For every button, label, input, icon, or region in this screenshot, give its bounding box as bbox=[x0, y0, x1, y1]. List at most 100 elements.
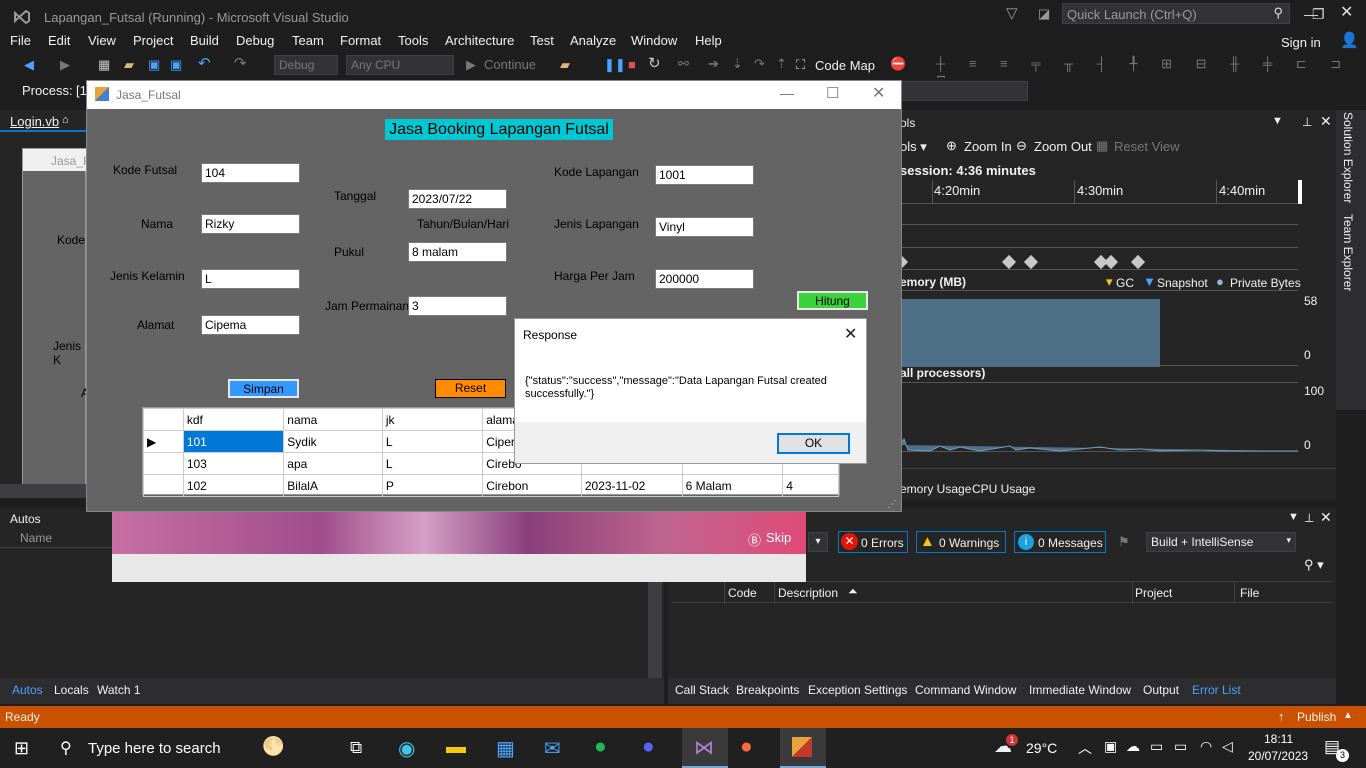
tab-team-explorer[interactable]: Team Explorer bbox=[1341, 214, 1355, 291]
event-marker[interactable] bbox=[1023, 254, 1039, 270]
taskbar-visual-studio[interactable]: ⋈ bbox=[682, 728, 728, 768]
tab-locals[interactable]: Locals bbox=[54, 683, 89, 697]
form-maximize-icon[interactable]: ☐ bbox=[826, 84, 839, 102]
publish-caret-icon[interactable]: ▲ bbox=[1343, 710, 1353, 721]
panel-close-icon[interactable]: ✕ bbox=[1320, 113, 1332, 130]
solution-config-select[interactable]: Debug bbox=[274, 55, 338, 75]
restore-icon[interactable]: ❐ bbox=[1312, 6, 1325, 22]
code-map-button[interactable]: Code Map bbox=[815, 58, 875, 73]
continue-icon[interactable]: ▶ bbox=[466, 57, 476, 73]
tab-immediate-window[interactable]: Immediate Window bbox=[1029, 683, 1131, 697]
grid-cell[interactable]: Sydik bbox=[283, 430, 383, 453]
menu-tools[interactable]: Tools bbox=[398, 33, 428, 48]
grid-cell[interactable]: 103 bbox=[182, 452, 285, 475]
store-icon[interactable]: ▦ bbox=[496, 736, 515, 761]
menu-debug[interactable]: Debug bbox=[236, 33, 274, 48]
filter-icon[interactable]: ▽ bbox=[1006, 6, 1018, 22]
menu-test[interactable]: Test bbox=[530, 33, 554, 48]
errorlist-pin-icon[interactable]: ⊥ bbox=[1304, 511, 1314, 525]
grid-cell[interactable]: P bbox=[381, 474, 484, 497]
grid-cell[interactable]: 4 bbox=[782, 474, 839, 497]
messages-filter-button[interactable]: i 0 Messages bbox=[1014, 531, 1106, 553]
event-marker[interactable] bbox=[1103, 254, 1119, 270]
filter-funnel-icon[interactable]: ⚑ bbox=[1118, 534, 1130, 550]
form-minimize-icon[interactable]: — bbox=[780, 85, 794, 101]
pause-icon[interactable]: ❚❚ bbox=[604, 57, 626, 73]
build-intellisense-select[interactable]: Build + IntelliSense ▾ bbox=[1146, 532, 1296, 552]
event-marker[interactable] bbox=[1130, 254, 1146, 270]
step-into-icon[interactable]: ⇣ bbox=[732, 56, 743, 72]
stack-frame-select[interactable] bbox=[896, 81, 1028, 101]
tab-breakpoints[interactable]: Breakpoints bbox=[736, 683, 799, 697]
open-folder-icon[interactable]: ▰ bbox=[124, 57, 134, 73]
autos-scrollbar[interactable] bbox=[648, 578, 662, 678]
panel-pin-icon[interactable]: ⊥ bbox=[1302, 115, 1312, 129]
volume-icon[interactable]: ◁ bbox=[1222, 738, 1233, 755]
code-map-icon[interactable]: ⛶ bbox=[796, 57, 805, 73]
taskbar-jasa-futsal-app[interactable] bbox=[780, 728, 826, 768]
menu-format[interactable]: Format bbox=[340, 33, 381, 48]
platform-select[interactable]: Any CPU bbox=[346, 55, 454, 75]
errorlist-close-icon[interactable]: ✕ bbox=[1320, 509, 1332, 526]
menu-edit[interactable]: Edit bbox=[48, 33, 70, 48]
battery-icon[interactable]: ▭ bbox=[1174, 738, 1187, 755]
edge-icon[interactable]: ◉ bbox=[398, 736, 415, 761]
menu-window[interactable]: Window bbox=[631, 33, 677, 48]
grid-cell[interactable]: 6 Malam bbox=[681, 474, 784, 497]
menu-architecture[interactable]: Architecture bbox=[445, 33, 514, 48]
weather-temp[interactable]: 29°C bbox=[1026, 740, 1057, 756]
jenis-kelamin-input[interactable]: L bbox=[201, 269, 300, 289]
onedrive-icon[interactable]: ☁ bbox=[1126, 738, 1140, 755]
events-track[interactable] bbox=[893, 224, 1298, 270]
doc-tab-login[interactable]: Login.vb ⌂ bbox=[0, 110, 86, 132]
redo-icon[interactable]: ↷ bbox=[234, 56, 247, 72]
scope-dropdown-icon[interactable]: ▾ bbox=[808, 532, 828, 552]
stop-icon[interactable]: ■ bbox=[628, 57, 636, 73]
postman-icon[interactable]: ● bbox=[740, 735, 753, 759]
taskbar-search-box[interactable]: ⚲ Type here to search bbox=[48, 728, 258, 768]
menu-project[interactable]: Project bbox=[133, 33, 173, 48]
errorlist-dropdown-icon[interactable]: ▼ bbox=[1288, 511, 1299, 523]
nama-input[interactable]: Rizky bbox=[201, 214, 300, 234]
menu-file[interactable]: File bbox=[10, 33, 31, 48]
autos-name-column[interactable]: Name bbox=[20, 531, 52, 545]
quick-launch-input[interactable]: Quick Launch (Ctrl+Q) ⚲ bbox=[1062, 3, 1290, 24]
kode-futsal-input[interactable]: 104 bbox=[201, 163, 300, 183]
skip-button[interactable]: Skip bbox=[766, 530, 791, 545]
kode-lapangan-input[interactable]: 1001 bbox=[655, 165, 754, 185]
form-close-icon[interactable]: ✕ bbox=[872, 83, 885, 103]
pukul-input[interactable]: 8 malam bbox=[408, 242, 507, 262]
menu-team[interactable]: Team bbox=[292, 33, 324, 48]
grid-column-header[interactable]: nama bbox=[283, 408, 383, 431]
cpu-graph[interactable] bbox=[900, 382, 1298, 452]
search-highlight-icon[interactable]: 🌕 bbox=[262, 736, 284, 757]
discord-icon[interactable]: ● bbox=[642, 735, 655, 759]
alamat-input[interactable]: Cipema bbox=[201, 315, 300, 335]
grid-column-header[interactable]: jk bbox=[381, 408, 484, 431]
file-explorer-icon[interactable]: ▬ bbox=[446, 736, 466, 759]
wifi-icon[interactable]: ◠ bbox=[1200, 738, 1212, 755]
simpan-button[interactable]: Simpan bbox=[228, 379, 299, 398]
pin-icon[interactable]: ⌂ bbox=[62, 114, 69, 126]
grid-cell[interactable]: BilalA bbox=[283, 474, 383, 497]
clock-time[interactable]: 18:11 bbox=[1264, 732, 1293, 746]
show-next-statement-icon[interactable]: ➔ bbox=[708, 56, 719, 72]
tanggal-input[interactable]: 2023/07/22 bbox=[408, 189, 507, 209]
publish-button[interactable]: Publish bbox=[1297, 710, 1336, 724]
select-tools-menu[interactable]: ols ▾ bbox=[900, 139, 927, 155]
spotify-icon[interactable]: ● bbox=[594, 735, 607, 759]
reset-view-button[interactable]: Reset View bbox=[1114, 139, 1180, 154]
warnings-filter-button[interactable]: ▲ 0 Warnings bbox=[916, 531, 1006, 553]
clock-date[interactable]: 20/07/2023 bbox=[1248, 749, 1308, 763]
tab-call-stack[interactable]: Call Stack bbox=[675, 683, 729, 697]
reset-button[interactable]: Reset bbox=[435, 379, 506, 398]
tab-memory-usage[interactable]: emory Usage bbox=[900, 482, 971, 496]
grid-cell[interactable]: 102 bbox=[182, 474, 285, 497]
jam-permainan-input[interactable]: 3 bbox=[408, 296, 507, 316]
designer-h-scrollbar[interactable] bbox=[0, 484, 86, 498]
hitung-button[interactable]: Hitung bbox=[797, 291, 868, 310]
zoom-out-button[interactable]: Zoom Out bbox=[1034, 139, 1092, 154]
errorlist-search-icon[interactable]: ⚲ ▾ bbox=[1304, 557, 1324, 573]
save-all-icon[interactable]: ▣ bbox=[170, 57, 182, 73]
col-description[interactable]: Description bbox=[778, 586, 838, 600]
